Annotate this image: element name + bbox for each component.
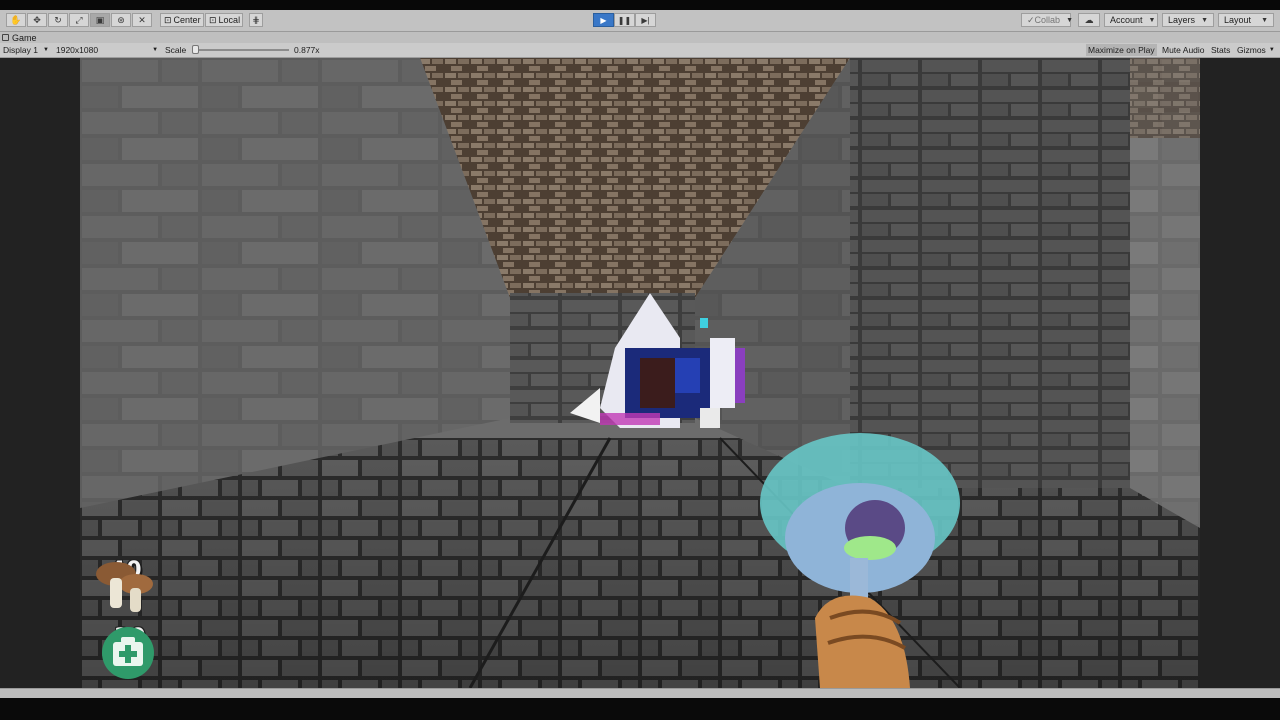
mushroom-icon [96, 562, 153, 612]
medkit-icon [102, 627, 154, 679]
chevron-down-icon: ▼ [1261, 16, 1268, 24]
pivot-icon: ⊡ [164, 14, 172, 25]
chevron-down-icon: ▼ [1148, 16, 1156, 24]
game-viewport[interactable]: 40 30 [0, 58, 1280, 688]
chevron-down-icon: ▼ [1201, 16, 1208, 24]
scale-value: 0.877x [294, 45, 320, 55]
tab-game[interactable]: Game [2, 32, 37, 43]
dungeon-render [80, 58, 1200, 688]
custom-tool-icon[interactable]: ✕ [132, 13, 152, 27]
pause-button[interactable]: ❚❚ [614, 13, 635, 27]
hud-health: 30 [100, 625, 154, 679]
local-icon: ⊡ [209, 14, 217, 25]
grid-snap-icon[interactable]: ⋕ [249, 13, 263, 27]
stats-toggle[interactable]: Stats [1209, 44, 1232, 56]
mute-audio-toggle[interactable]: Mute Audio [1160, 44, 1207, 56]
window-bottom-edge [0, 698, 1280, 720]
chevron-down-icon: ▼ [152, 47, 159, 53]
move-tool-icon[interactable]: ✥ [27, 13, 47, 27]
chevron-down-icon: ▼ [1066, 16, 1073, 24]
display-dropdown[interactable]: Display 1 ▼ [3, 44, 49, 56]
game-tab-strip: Game [0, 32, 1280, 43]
play-button[interactable]: ▶ [593, 13, 614, 27]
scale-tool-icon[interactable]: ⤢ [69, 13, 89, 27]
step-button[interactable]: ▶| [635, 13, 656, 27]
layers-dropdown[interactable]: Layers ▼ [1162, 13, 1214, 27]
hud-ammo: 40 [94, 558, 153, 612]
pivot-local-button[interactable]: ⊡ Local [205, 13, 243, 27]
scale-label: Scale [165, 45, 187, 55]
account-dropdown[interactable]: Account ▼ [1104, 13, 1158, 27]
rotate-tool-icon[interactable]: ↻ [48, 13, 68, 27]
scale-slider-thumb[interactable] [191, 45, 199, 54]
chevron-down-icon: ▼ [1268, 47, 1275, 53]
chevron-down-icon: ▼ [42, 47, 49, 53]
main-toolbar: ✋ ✥ ↻ ⤢ ▣ ⊛ ✕ ⊡ Center ⊡ Local ⋕ ▶ ❚❚ ▶|… [0, 10, 1280, 32]
window-top-edge [0, 0, 1280, 10]
rect-tool-icon[interactable]: ▣ [90, 13, 110, 27]
resolution-dropdown[interactable]: 1920x1080 ▼ [56, 44, 158, 56]
game-tab-icon [2, 34, 9, 41]
collab-check-icon: ✓ [1027, 14, 1035, 25]
layout-dropdown[interactable]: Layout ▼ [1218, 13, 1274, 27]
pivot-center-button[interactable]: ⊡ Center [160, 13, 204, 27]
scale-slider-track[interactable] [192, 49, 289, 51]
cloud-icon[interactable]: ☁ [1078, 13, 1100, 27]
game-scene[interactable]: 40 30 [80, 58, 1200, 688]
gizmos-dropdown[interactable]: Gizmos ▼ [1235, 44, 1277, 56]
maximize-on-play-toggle[interactable]: Maximize on Play [1086, 44, 1157, 56]
collab-dropdown[interactable]: ✓ Collab ▼ [1021, 13, 1073, 27]
transform-tool-icon[interactable]: ⊛ [111, 13, 131, 27]
game-view-toolbar: Display 1 ▼ 1920x1080 ▼ Scale 0.877x Max… [0, 43, 1280, 58]
hand-tool-icon[interactable]: ✋ [6, 13, 26, 27]
